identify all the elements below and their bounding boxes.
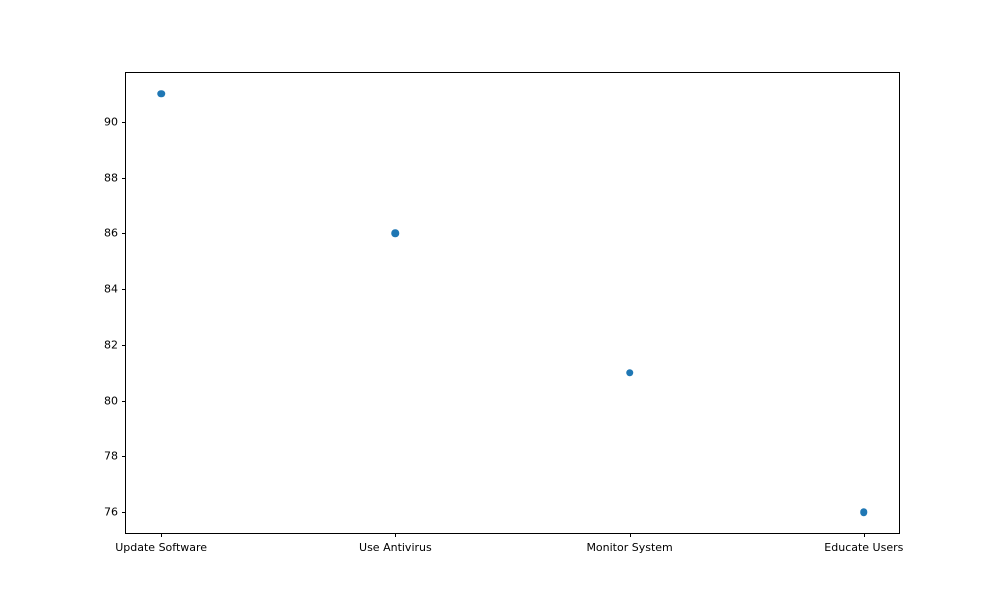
data-point-2 [626,369,634,377]
x-axis-label: Update Software [115,533,207,554]
y-axis-label: 82 [104,338,126,351]
x-axis-label: Monitor System [586,533,672,554]
y-axis-label: 90 [104,115,126,128]
x-axis-label: Use Antivirus [359,533,432,554]
y-axis-label: 80 [104,394,126,407]
y-axis-label: 78 [104,450,126,463]
y-axis-label: 86 [104,227,126,240]
y-axis-label: 76 [104,506,126,519]
x-axis-label: Educate Users [824,533,903,554]
data-point-1 [392,230,400,238]
y-axis-label: 84 [104,283,126,296]
data-point-3 [860,508,868,516]
plot-border: 76 78 80 82 84 86 88 90 [125,72,900,534]
y-axis-label: 88 [104,171,126,184]
data-point-0 [157,90,165,98]
chart-area: 76 78 80 82 84 86 88 90 [125,72,900,534]
